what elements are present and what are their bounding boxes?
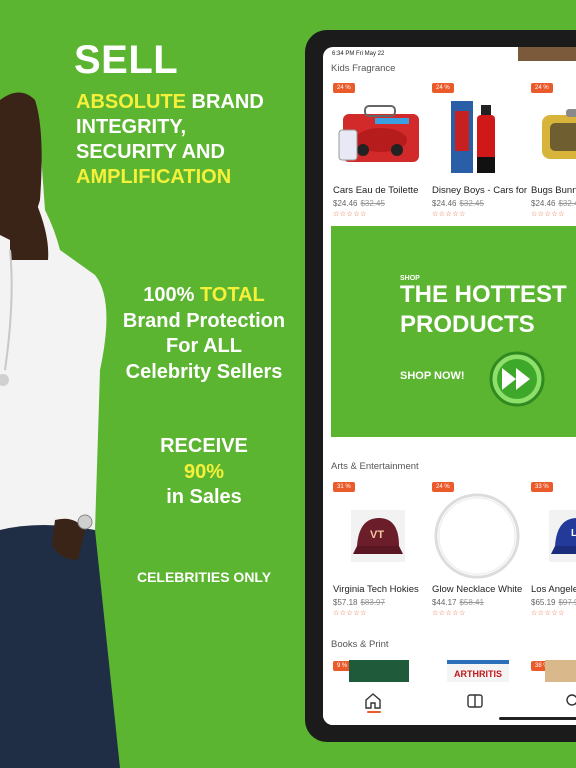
book-thumbnails-row: 9 % ARTHRITIS 38 %: [331, 659, 576, 682]
product-row-arts: 31 % VT Virginia Tech Hokies $57.18 $83.9…: [329, 482, 576, 622]
promo-headline: SELL: [74, 38, 179, 82]
discount-badge: 33 %: [531, 482, 553, 492]
feature-line: INTEGRITY,: [76, 116, 187, 138]
product-card[interactable]: 24 % Bugs Bunny $24.46$32.45 ☆☆☆☆☆: [527, 83, 576, 223]
home-indicator: [499, 717, 576, 720]
rating-stars: ☆☆☆☆☆: [333, 211, 367, 218]
discount-badge: 24 %: [333, 83, 355, 93]
rating-stars: ☆☆☆☆☆: [333, 610, 367, 617]
product-name: Bugs Bunny: [531, 185, 576, 196]
bugs-tin-icon: [531, 97, 576, 177]
book-icon[interactable]: [463, 689, 487, 713]
hottest-products-banner[interactable]: SHOP THE HOTTEST PRODUCTS SHOP NOW!: [331, 226, 576, 437]
book-cover-title: ARTHRITIS: [454, 669, 502, 679]
feature-line: AMPLIFICATION: [76, 166, 232, 188]
banner-line-2: PRODUCTS: [400, 311, 535, 338]
discount-badge: 31 %: [333, 482, 355, 492]
rating-stars: ☆☆☆☆☆: [531, 610, 565, 617]
search-icon[interactable]: [561, 689, 576, 713]
product-name: Glow Necklace White: [432, 584, 523, 595]
cars-spray-icon: [432, 97, 522, 177]
product-name: Virginia Tech Hokies: [333, 584, 419, 595]
feature-line: SECURITY AND: [76, 141, 225, 163]
rating-stars: ☆☆☆☆☆: [432, 610, 466, 617]
product-price: $24.46$32.45: [531, 199, 576, 208]
product-price: $24.46$32.45: [333, 199, 385, 208]
book-cover: ARTHRITIS: [447, 660, 509, 682]
rating-stars: ☆☆☆☆☆: [531, 211, 565, 218]
product-name: Cars Eau de Toilette: [333, 185, 419, 196]
status-bar: 6:34 PM Fri May 22: [332, 51, 385, 57]
product-price: $65.19$97.9: [531, 598, 576, 607]
cars-lunchbox-icon: [333, 97, 423, 177]
receive-block: RECEIVE 90% in Sales: [160, 435, 248, 508]
section-title-arts: Arts & Entertainment: [331, 461, 419, 472]
celebrities-only-label: CELEBRITIES ONLY: [136, 569, 272, 585]
feature-line: ABSOLUTE BRAND: [76, 91, 264, 113]
product-card[interactable]: 33 % LA Los Angeles $65.19$97.9 ☆☆☆☆☆: [527, 482, 576, 622]
svg-text:VT: VT: [370, 529, 384, 541]
product-card[interactable]: 24 % Glow Necklace White $44.17 $58.41 ☆☆…: [428, 482, 527, 622]
product-row-kids-fragrance: 24 % Cars Eau de Toilette $24.46 $32.45 ☆…: [329, 83, 576, 223]
header-image: [518, 47, 576, 61]
product-price: $24.46$32.45: [432, 199, 484, 208]
product-card[interactable]: 24 % Cars Eau de Toilette $24.46 $32.45 ☆…: [329, 83, 428, 223]
discount-badge: 24 %: [531, 83, 553, 93]
product-card[interactable]: 31 % VT Virginia Tech Hokies $57.18 $83.9…: [329, 482, 428, 622]
protection-block: 100% TOTAL Brand Protection For ALL Cele…: [122, 284, 286, 383]
active-tab-indicator: [367, 711, 381, 713]
home-icon[interactable]: [361, 689, 385, 713]
product-price: $57.18 $83.97: [333, 598, 385, 607]
la-cap-icon: LA: [531, 496, 576, 576]
shop-now-button[interactable]: SHOP NOW!: [400, 370, 465, 382]
product-price: $44.17 $58.41: [432, 598, 484, 607]
discount-badge: 24 %: [432, 83, 454, 93]
promo-features: ABSOLUTE BRAND INTEGRITY, SECURITY AND A…: [76, 90, 264, 190]
book-cover: [349, 660, 409, 682]
product-card[interactable]: 24 % Disney Boys - Cars for $24.46 $32.45…: [428, 83, 527, 223]
product-name: Disney Boys - Cars for: [432, 185, 527, 196]
svg-text:LA: LA: [571, 528, 576, 539]
section-title-kids-fragrance: Kids Fragrance: [331, 63, 396, 74]
banner-line-1: THE HOTTEST: [400, 281, 567, 308]
section-title-books: Books & Print: [331, 639, 389, 650]
app-screen: 6:34 PM Fri May 22 Kids Fragrance 24 % C…: [323, 47, 576, 725]
product-name: Los Angeles: [531, 584, 576, 595]
glow-necklace-icon: [432, 493, 522, 579]
vt-cap-icon: VT: [333, 496, 423, 576]
rating-stars: ☆☆☆☆☆: [432, 211, 466, 218]
fast-forward-icon[interactable]: [488, 350, 546, 408]
book-cover: [545, 660, 576, 682]
app-store-screenshot: SELL ABSOLUTE BRAND INTEGRITY, SECURITY …: [0, 0, 576, 768]
